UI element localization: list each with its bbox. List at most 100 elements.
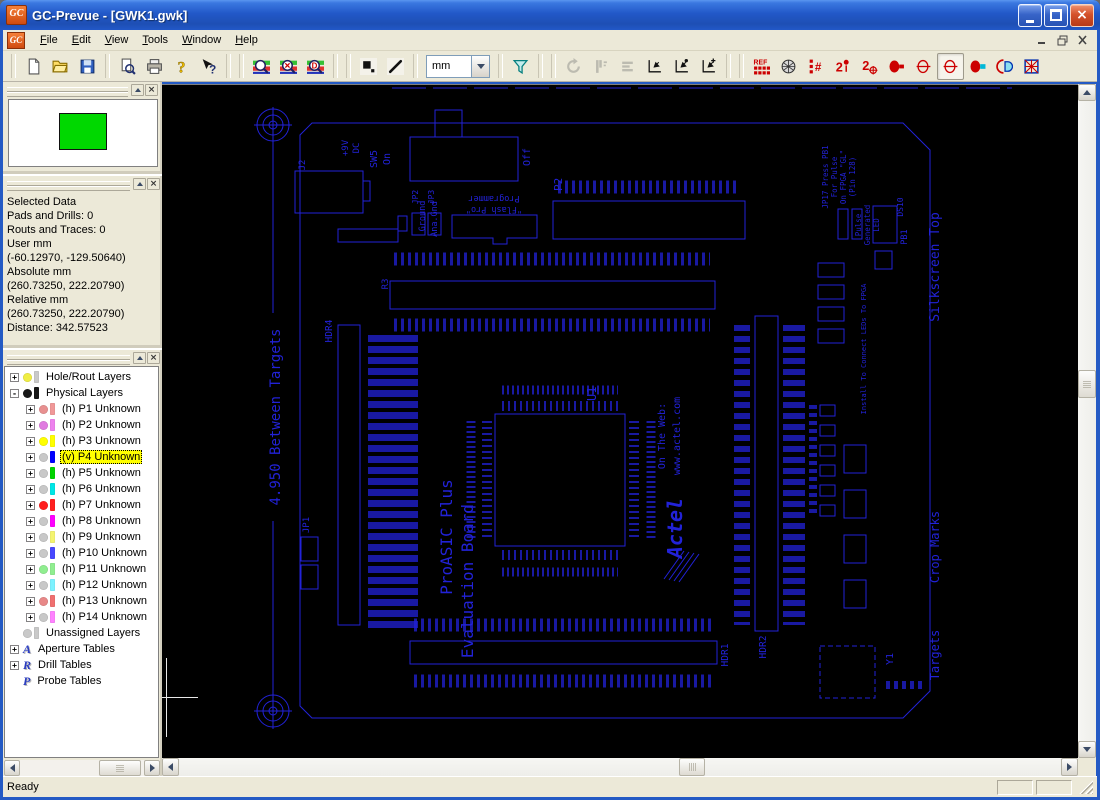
tree-hscrollbar[interactable] [4, 760, 160, 776]
scroll-thumb[interactable] [1078, 370, 1096, 398]
layer-label[interactable]: (h) P10 Unknown [60, 547, 149, 559]
layer-label[interactable]: (v) P4 Unknown [60, 450, 143, 464]
overview-view-rect[interactable] [59, 113, 107, 150]
tree-expand-toggle[interactable]: + [26, 596, 35, 606]
pcb-viewport[interactable]: 4.950 Between Targets ProASIC Plus Evalu… [162, 84, 1078, 758]
flip-button[interactable] [614, 53, 641, 80]
pad-fill-button[interactable] [964, 53, 991, 80]
layer-tree-row[interactable]: + (h) P3 Unknown [5, 433, 158, 449]
pane-close-button[interactable]: × [145, 84, 158, 96]
layer-label[interactable]: (h) P11 Unknown [60, 563, 148, 575]
origin-absolute-button[interactable] [668, 53, 695, 80]
open-button[interactable] [47, 53, 74, 80]
tree-expand-toggle[interactable]: + [26, 564, 35, 574]
dcode-query-button[interactable] [991, 53, 1018, 80]
overview-pane-grip[interactable]: × [5, 84, 158, 97]
net-query-button[interactable] [1018, 53, 1045, 80]
layer-label[interactable]: (h) P5 Unknown [60, 467, 143, 479]
layer-label[interactable]: Unassigned Layers [44, 627, 142, 639]
measure-button[interactable] [937, 52, 964, 80]
menu-item[interactable]: View [98, 32, 136, 48]
layer-tree-row[interactable]: + (h) P7 Unknown [5, 497, 158, 513]
layer-label[interactable]: (h) P14 Unknown [60, 611, 149, 623]
pane-close-button[interactable]: × [147, 178, 160, 190]
layer-label[interactable]: Physical Layers [44, 387, 125, 399]
mdi-restore-button[interactable] [1054, 33, 1071, 48]
layer-tree-row[interactable]: + (h) P1 Unknown [5, 401, 158, 417]
maximize-button[interactable] [1044, 3, 1068, 27]
layer-label[interactable]: Drill Tables [36, 659, 94, 671]
save-button[interactable] [74, 53, 101, 80]
ref-grid-button[interactable]: REF [748, 53, 775, 80]
layer-tree-row[interactable]: + (h) P2 Unknown [5, 417, 158, 433]
tree-expand-toggle[interactable]: + [26, 532, 35, 542]
layer-label[interactable]: Probe Tables [35, 675, 103, 687]
menu-item[interactable]: Window [175, 32, 228, 48]
layer-tree-row[interactable]: + (v) P4 Unknown [5, 449, 158, 465]
resize-grip[interactable] [1079, 780, 1093, 794]
resize-button[interactable] [587, 53, 614, 80]
layer-tree-row[interactable]: + (h) P11 Unknown [5, 561, 158, 577]
tree-expand-toggle[interactable]: + [26, 548, 35, 558]
pane-collapse-button[interactable] [133, 352, 146, 364]
mdi-close-button[interactable] [1074, 33, 1091, 48]
pane-collapse-button[interactable] [131, 84, 144, 96]
zoom-window-button[interactable] [275, 53, 302, 80]
tree-expand-toggle[interactable]: + [10, 660, 19, 670]
pane-collapse-button[interactable] [133, 178, 146, 190]
layer-tree-row[interactable]: + (h) P8 Unknown [5, 513, 158, 529]
layers-pane-grip[interactable]: × [5, 352, 160, 365]
layer-tree-row[interactable]: + (h) P5 Unknown [5, 465, 158, 481]
menu-item[interactable]: Help [228, 32, 265, 48]
scroll-down-button[interactable] [1078, 741, 1096, 758]
layer-label[interactable]: (h) P8 Unknown [60, 515, 143, 527]
zoom-prev-button[interactable]: D [302, 53, 329, 80]
layer-label[interactable]: Aperture Tables [36, 643, 117, 655]
pad-number-button[interactable]: # [802, 53, 829, 80]
tree-expand-toggle[interactable]: - [10, 388, 19, 398]
zoom-in-button[interactable] [248, 53, 275, 80]
minimize-button[interactable] [1018, 3, 1042, 27]
filter-button[interactable] [507, 53, 534, 80]
help-button[interactable]: ? [168, 53, 195, 80]
layer-tree-row[interactable]: - Physical Layers [5, 385, 158, 401]
menu-item[interactable]: Edit [65, 32, 98, 48]
horizontal-scrollbar[interactable] [162, 758, 1078, 776]
origin-relative-button[interactable] [695, 53, 722, 80]
layer-tree-row[interactable]: P Probe Tables [5, 673, 158, 689]
layer-tree-row[interactable]: + A Aperture Tables [5, 641, 158, 657]
tree-expand-toggle[interactable]: + [26, 436, 35, 446]
pad-query-button[interactable] [883, 53, 910, 80]
scroll-left-button[interactable] [4, 760, 20, 776]
layer-tree-row[interactable]: + (h) P12 Unknown [5, 577, 158, 593]
layer-tree-row[interactable]: + (h) P9 Unknown [5, 529, 158, 545]
layer-label[interactable]: (h) P9 Unknown [60, 531, 143, 543]
tree-expand-toggle[interactable]: + [26, 404, 35, 414]
layer-label[interactable]: (h) P6 Unknown [60, 483, 143, 495]
tree-expand-toggle[interactable]: + [26, 612, 35, 622]
two-point-button[interactable]: 2 [829, 53, 856, 80]
scroll-thumb[interactable] [99, 760, 141, 776]
layer-label[interactable]: (h) P1 Unknown [60, 403, 143, 415]
tree-expand-toggle[interactable]: + [10, 644, 19, 654]
pad-button[interactable] [355, 53, 382, 80]
layer-label[interactable]: (h) P12 Unknown [60, 579, 149, 591]
menu-item[interactable]: Tools [135, 32, 175, 48]
scroll-left-button[interactable] [162, 758, 179, 776]
scroll-up-button[interactable] [1078, 84, 1096, 101]
print-button[interactable] [141, 53, 168, 80]
trace-button[interactable] [382, 53, 409, 80]
scroll-right-button[interactable] [144, 760, 160, 776]
tree-expand-toggle[interactable]: + [26, 580, 35, 590]
vertical-scrollbar[interactable] [1078, 84, 1096, 758]
menu-item[interactable]: File [33, 32, 65, 48]
pane-close-button[interactable]: × [147, 352, 160, 364]
target-button[interactable] [775, 53, 802, 80]
tree-expand-toggle[interactable]: + [26, 468, 35, 478]
layer-tree-row[interactable]: + (h) P6 Unknown [5, 481, 158, 497]
layer-tree-row[interactable]: + (h) P13 Unknown [5, 593, 158, 609]
scroll-thumb[interactable] [679, 758, 705, 776]
two-circle-button[interactable]: 2 [856, 53, 883, 80]
layer-tree-row[interactable]: + (h) P14 Unknown [5, 609, 158, 625]
overview-pane[interactable] [8, 99, 158, 167]
